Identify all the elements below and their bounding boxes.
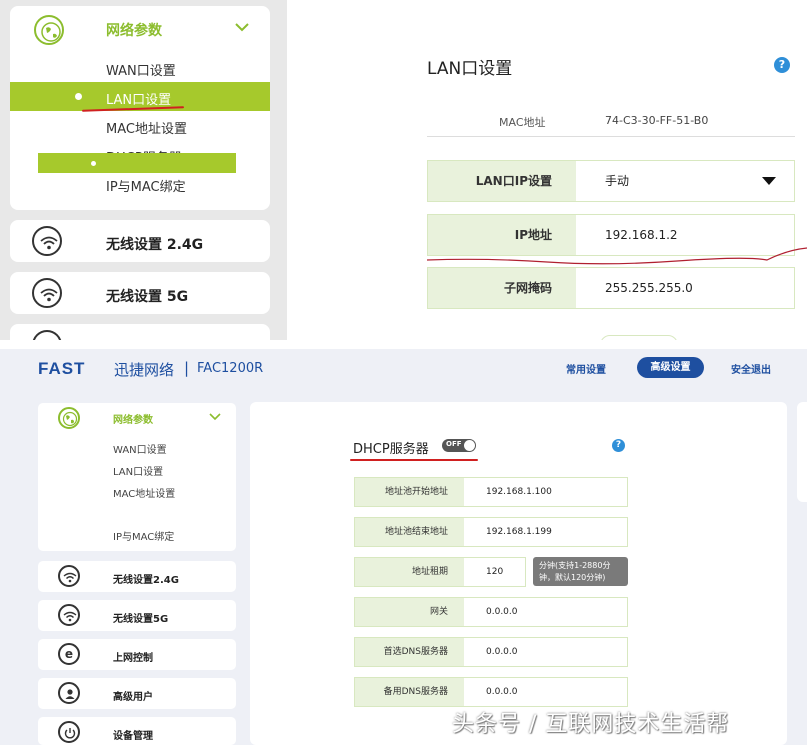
active-dot-icon	[75, 93, 82, 100]
menu-wireless-5-label: 无线设置5G	[113, 614, 169, 625]
secondary-dns-label: 备用DNS服务器	[355, 678, 464, 706]
top-sub-lan[interactable]: LAN口设置	[106, 89, 171, 108]
lan-ip-mode-value[interactable]: 手动	[605, 161, 629, 201]
chevron-down-icon[interactable]	[234, 22, 250, 32]
lan-ip-mode-label: LAN口IP设置	[428, 161, 576, 201]
help-icon[interactable]: ?	[774, 57, 790, 73]
menu-wireless-24-label: 无线设置2.4G	[113, 575, 179, 586]
lease-time-tip: 分钟(支持1-2880分钟，默认120分钟)	[533, 557, 628, 586]
primary-dns-field[interactable]: 首选DNS服务器 0.0.0.0	[354, 637, 628, 667]
nav-common-settings[interactable]: 常用设置	[566, 361, 606, 376]
globe-icon	[34, 15, 64, 45]
caret-down-icon[interactable]	[762, 177, 776, 185]
secondary-dns-value[interactable]: 0.0.0.0	[486, 678, 518, 706]
menu-network-params-label[interactable]: 网络参数	[113, 411, 153, 426]
right-panel-edge	[797, 402, 807, 502]
annotation-underline	[350, 459, 478, 461]
pool-start-value[interactable]: 192.168.1.100	[486, 478, 552, 506]
mac-address-label: MAC地址	[499, 116, 546, 129]
nav-logout[interactable]: 安全退出	[731, 361, 771, 376]
pool-end-value[interactable]: 192.168.1.199	[486, 518, 552, 546]
menu-device-management[interactable]: 设备管理	[38, 717, 236, 745]
subnet-mask-field[interactable]: 子网掩码 255.255.255.0	[427, 267, 795, 309]
primary-dns-value[interactable]: 0.0.0.0	[486, 638, 518, 666]
user-icon	[58, 682, 80, 704]
page-title: LAN口设置	[427, 59, 513, 79]
dhcp-toggle[interactable]: OFF	[442, 439, 476, 452]
lease-time-value[interactable]: 120	[486, 558, 503, 586]
active-item-bg	[38, 153, 236, 173]
sub-mac[interactable]: MAC地址设置	[113, 485, 175, 500]
page-title: DHCP服务器	[353, 442, 429, 457]
wifi-icon	[32, 278, 62, 308]
device-model: FAC1200R	[197, 361, 264, 376]
top-sub-mac[interactable]: MAC地址设置	[106, 118, 187, 137]
toggle-knob[interactable]	[464, 440, 475, 451]
menu-advanced-user-label: 高级用户	[113, 692, 153, 703]
pool-start-label: 地址池开始地址	[355, 478, 464, 506]
top-menu-wireless-24-label: 无线设置 2.4G	[106, 237, 204, 253]
menu-device-management-label: 设备管理	[113, 731, 153, 742]
chevron-down-icon[interactable]	[209, 413, 221, 421]
secondary-dns-field[interactable]: 备用DNS服务器 0.0.0.0	[354, 677, 628, 707]
gateway-field[interactable]: 网关 0.0.0.0	[354, 597, 628, 627]
power-icon	[58, 721, 80, 743]
globe-icon	[58, 407, 80, 429]
menu-wireless-5[interactable]: 无线设置5G	[38, 600, 236, 631]
wifi-icon	[58, 565, 80, 587]
header-bar: FAST 迅捷网络 | FAC1200R 常用设置 高级设置 安全退出	[0, 349, 807, 389]
pool-end-label: 地址池结束地址	[355, 518, 464, 546]
sub-wan[interactable]: WAN口设置	[113, 441, 167, 456]
annotation-curve	[427, 247, 807, 265]
top-sub-wan[interactable]: WAN口设置	[106, 60, 176, 79]
mac-address-value: 74-C3-30-FF-51-B0	[605, 114, 709, 127]
header-separator: |	[184, 359, 190, 377]
gateway-value[interactable]: 0.0.0.0	[486, 598, 518, 626]
top-menu-wireless-5-label: 无线设置 5G	[106, 289, 189, 305]
menu-advanced-user[interactable]: 高级用户	[38, 678, 236, 709]
top-sub-ipmac[interactable]: IP与MAC绑定	[106, 176, 186, 195]
wifi-icon	[32, 226, 62, 256]
help-icon[interactable]: ?	[612, 439, 625, 452]
active-dot-icon	[91, 161, 96, 166]
nav-advanced-settings[interactable]: 高级设置	[637, 357, 704, 378]
wifi-icon	[58, 604, 80, 626]
top-menu-network-params-label[interactable]: 网络参数	[106, 20, 162, 40]
menu-icon	[32, 330, 62, 340]
subnet-mask-value[interactable]: 255.255.255.0	[605, 268, 693, 308]
lease-time-field[interactable]: 地址租期 120	[354, 557, 526, 587]
top-menu-wireless-24[interactable]: 无线设置 2.4G	[10, 220, 270, 262]
partial-button[interactable]	[600, 335, 678, 340]
top-menu-partial-item[interactable]	[10, 324, 270, 340]
gateway-label: 网关	[355, 598, 464, 626]
internet-explorer-icon: e	[58, 643, 80, 665]
toggle-state-text: OFF	[446, 440, 462, 448]
top-menu-wireless-5[interactable]: 无线设置 5G	[10, 272, 270, 314]
pool-start-field[interactable]: 地址池开始地址 192.168.1.100	[354, 477, 628, 507]
lease-time-label: 地址租期	[355, 558, 464, 586]
watermark: 头条号 / 互联网技术生活帮	[452, 712, 730, 737]
sub-dhcp[interactable]: DHCP服务器	[113, 506, 174, 521]
brand-logo: FAST	[38, 359, 86, 378]
primary-dns-label: 首选DNS服务器	[355, 638, 464, 666]
lan-ip-mode-select[interactable]: LAN口IP设置 手动	[427, 160, 795, 202]
menu-internet-control-label: 上网控制	[113, 653, 153, 664]
brand-name: 迅捷网络	[114, 361, 175, 379]
subnet-mask-label: 子网掩码	[428, 268, 576, 308]
pool-end-field[interactable]: 地址池结束地址 192.168.1.199	[354, 517, 628, 547]
menu-internet-control[interactable]: e 上网控制	[38, 639, 236, 670]
mac-address-row: MAC地址 74-C3-30-FF-51-B0	[427, 103, 795, 137]
sub-lan[interactable]: LAN口设置	[113, 463, 163, 478]
menu-wireless-24[interactable]: 无线设置2.4G	[38, 561, 236, 592]
sub-ipmac[interactable]: IP与MAC绑定	[113, 528, 174, 543]
